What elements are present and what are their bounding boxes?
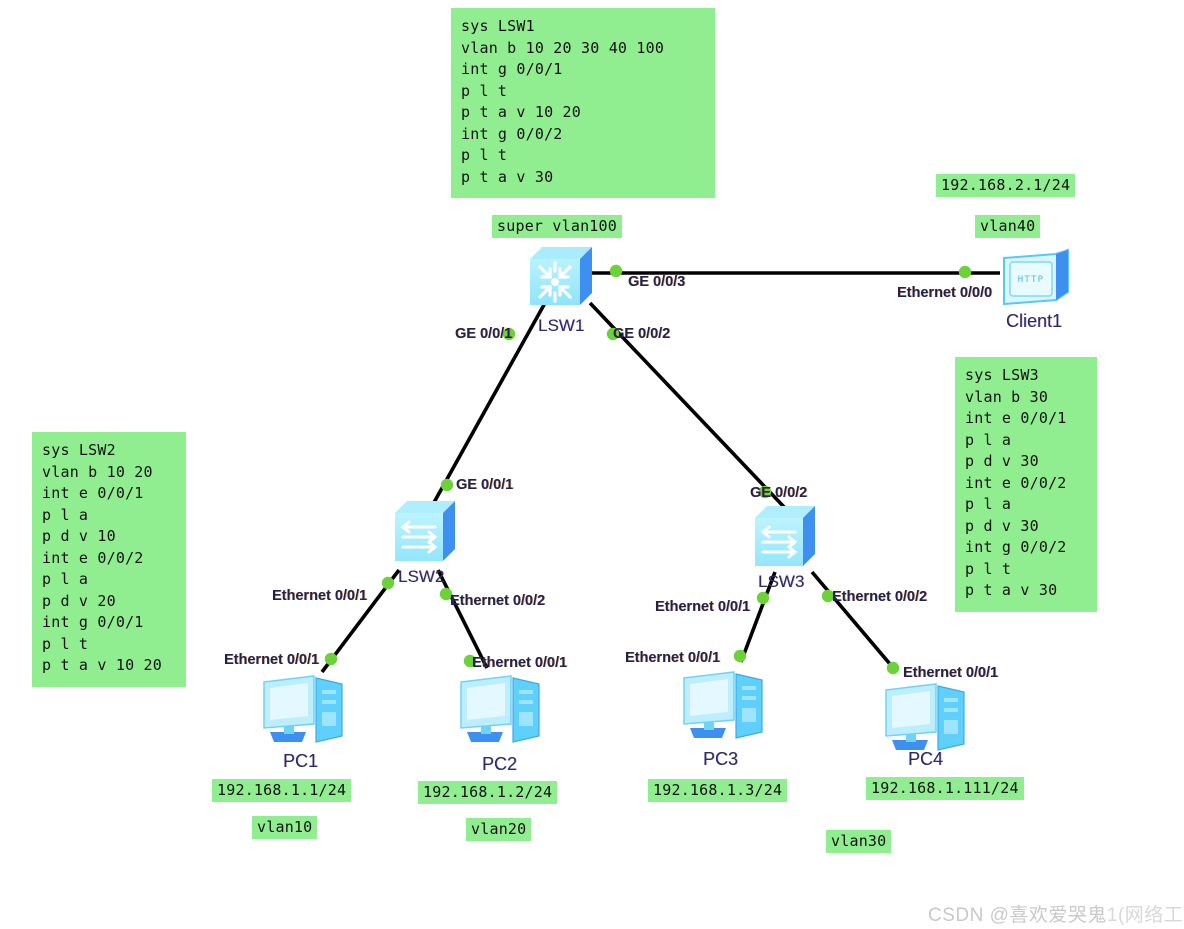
tag-pc1-ip: 192.168.1.1/24 xyxy=(212,779,352,802)
config-block-lsw2: sys LSW2 vlan b 10 20 int e 0/0/1 p l a … xyxy=(32,432,186,687)
tag-pc3-ip: 192.168.1.3/24 xyxy=(648,779,788,802)
interface-label-lsw3-eth0-0-2: Ethernet 0/0/2 xyxy=(832,589,928,605)
client-icon: HTTP xyxy=(1003,248,1069,306)
device-label-pc3: PC3 xyxy=(703,749,739,769)
device-lsw2[interactable] xyxy=(391,497,461,567)
tag-super-vlan100: super vlan100 xyxy=(492,215,622,238)
device-lsw1[interactable] xyxy=(524,243,600,311)
device-label-lsw1: LSW1 xyxy=(538,316,585,335)
interface-label-lsw2-ge0-0-1: GE 0/0/1 xyxy=(456,477,514,493)
device-pc2[interactable] xyxy=(455,672,547,750)
interface-label-client1-eth0-0-0: Ethernet 0/0/0 xyxy=(897,285,993,301)
pc-icon xyxy=(683,671,763,739)
watermark-text: CSDN @喜欢爱哭鬼 xyxy=(928,905,1107,926)
l2-switch-icon xyxy=(755,506,815,566)
pc-icon xyxy=(460,675,540,743)
config-block-lsw1: sys LSW1 vlan b 10 20 30 40 100 int g 0/… xyxy=(451,8,715,198)
device-label-pc4: PC4 xyxy=(908,749,944,769)
client-http-badge: HTTP xyxy=(1018,275,1044,285)
device-label-client1: Client1 xyxy=(1006,311,1063,331)
watermark-overlay: 1(网络工 xyxy=(1106,905,1184,926)
device-pc4[interactable] xyxy=(880,680,972,758)
device-pc1[interactable] xyxy=(258,672,350,750)
tag-pc4-ip: 192.168.1.111/24 xyxy=(866,777,1024,800)
device-label-pc1: PC1 xyxy=(283,751,319,771)
interface-label-lsw3-eth0-0-1: Ethernet 0/0/1 xyxy=(655,599,751,615)
interface-label-lsw1-ge0-0-2: GE 0/0/2 xyxy=(613,326,671,342)
device-lsw3[interactable] xyxy=(751,502,821,572)
interface-label-lsw3-ge0-0-2: GE 0/0/2 xyxy=(750,485,808,501)
interface-label-lsw2-eth0-0-1: Ethernet 0/0/1 xyxy=(272,588,368,604)
interface-label-pc3-eth0-0-1: Ethernet 0/0/1 xyxy=(625,650,721,666)
tag-pc1-vlan: vlan10 xyxy=(252,816,318,839)
interface-label-pc1-eth0-0-1: Ethernet 0/0/1 xyxy=(224,652,320,668)
config-block-lsw3: sys LSW3 vlan b 30 int e 0/0/1 p l a p d… xyxy=(955,357,1097,612)
watermark: CSDN @喜欢爱哭鬼1(网络工 xyxy=(928,900,1183,927)
pc-icon xyxy=(885,683,965,751)
tag-pc2-vlan: vlan20 xyxy=(466,818,532,841)
interface-label-pc4-eth0-0-1: Ethernet 0/0/1 xyxy=(903,665,999,681)
tag-pc2-ip: 192.168.1.2/24 xyxy=(418,781,558,804)
interface-label-lsw1-ge0-0-1: GE 0/0/1 xyxy=(455,326,513,342)
device-label-lsw2: LSW2 xyxy=(398,567,445,586)
l2-switch-icon xyxy=(395,501,455,561)
device-label-pc2: PC2 xyxy=(482,754,518,774)
pc-icon xyxy=(263,675,343,743)
l3-switch-icon xyxy=(530,247,592,305)
tag-pc34-vlan: vlan30 xyxy=(826,830,892,853)
device-pc3[interactable] xyxy=(678,668,770,746)
device-client1[interactable]: HTTP xyxy=(998,248,1074,310)
interface-label-pc2-eth0-0-1: Ethernet 0/0/1 xyxy=(472,655,568,671)
device-label-lsw3: LSW3 xyxy=(758,572,805,591)
tag-client1-vlan: vlan40 xyxy=(975,215,1041,238)
topology-canvas: sys LSW1 vlan b 10 20 30 40 100 int g 0/… xyxy=(0,0,1184,929)
interface-label-lsw2-eth0-0-2: Ethernet 0/0/2 xyxy=(450,593,546,609)
interface-label-lsw1-ge0-0-3: GE 0/0/3 xyxy=(628,274,686,290)
tag-client1-ip: 192.168.2.1/24 xyxy=(936,174,1076,197)
